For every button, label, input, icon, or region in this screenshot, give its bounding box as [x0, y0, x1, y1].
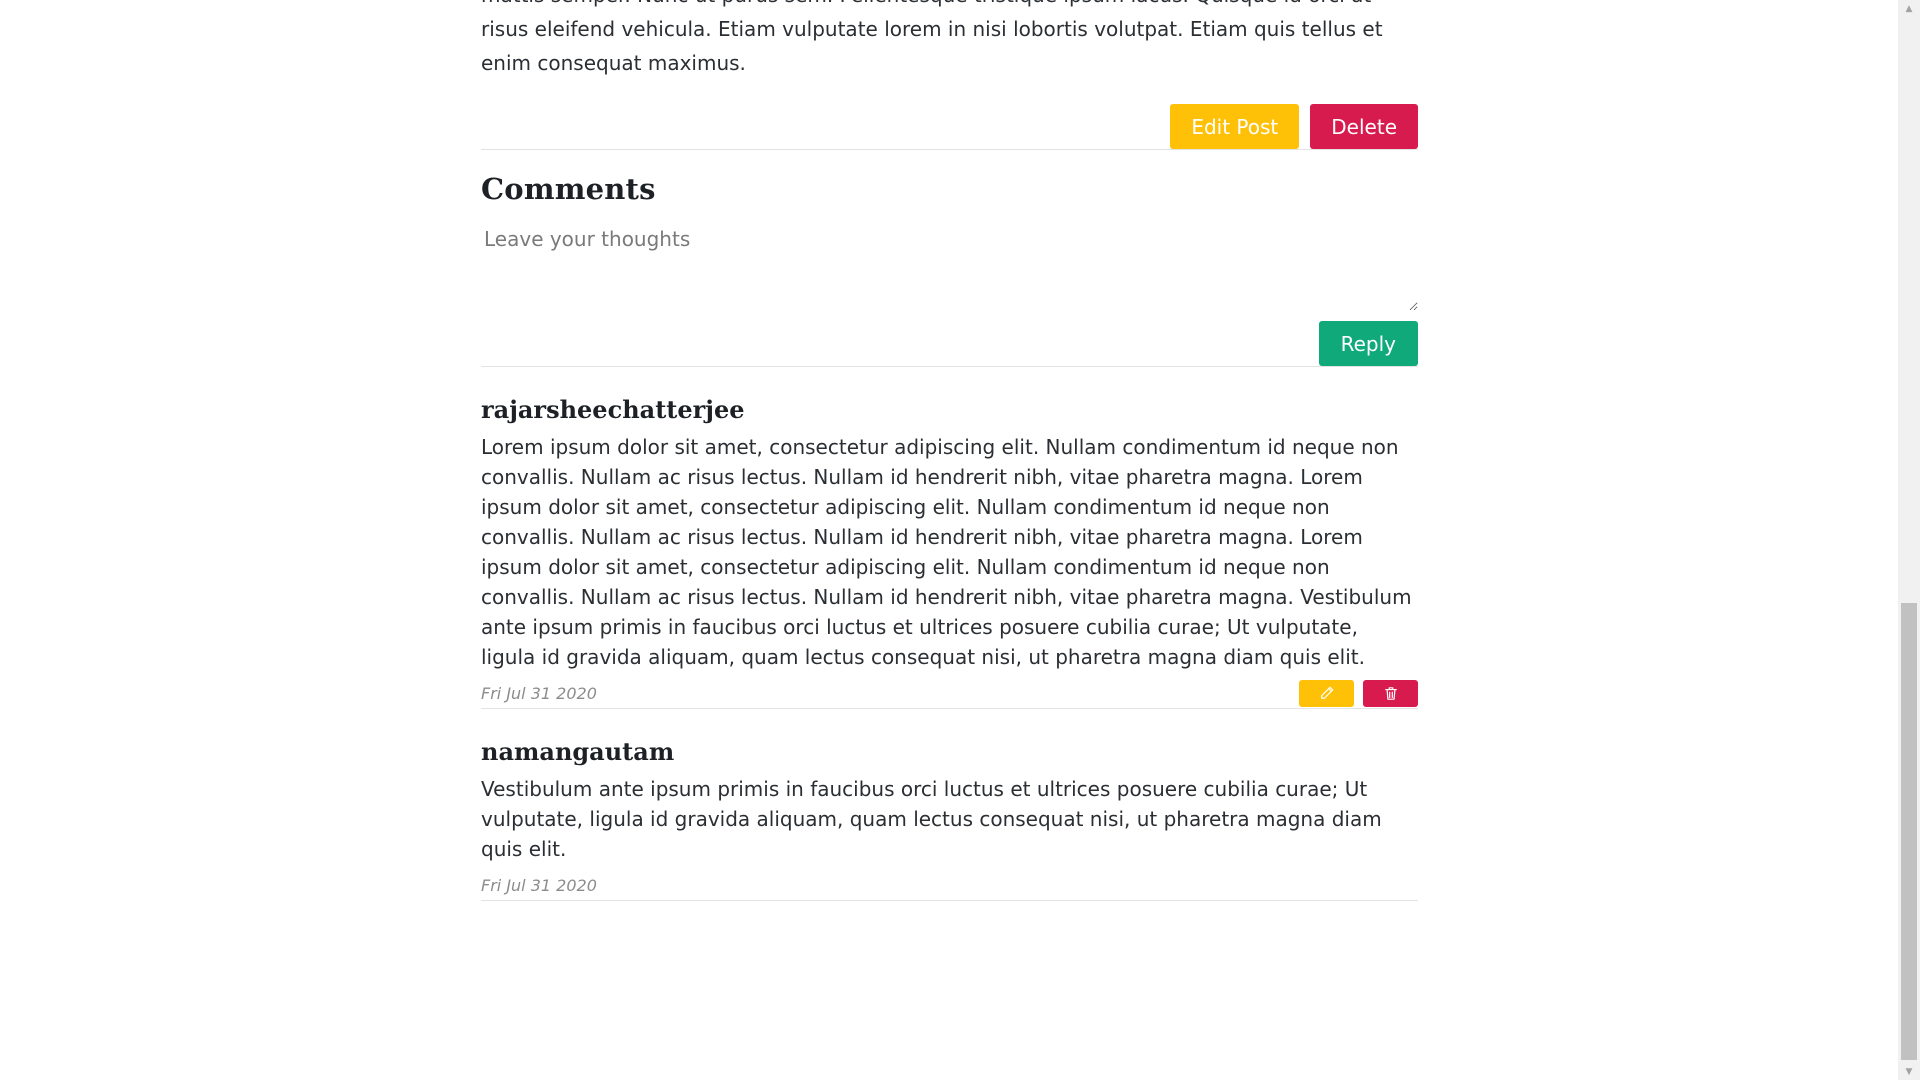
comment-date: Fri Jul 31 2020 — [481, 875, 597, 895]
comment-text: Vestibulum ante ipsum primis in faucibus… — [481, 777, 1382, 861]
post-content: mattis semper. Nunc ut purus sem. Pellen… — [481, 0, 1418, 901]
delete-comment-button[interactable] — [1363, 679, 1418, 707]
divider — [481, 149, 1418, 150]
comment-meta: Fri Jul 31 2020 — [481, 870, 1418, 900]
divider — [481, 900, 1418, 901]
reply-row: Reply — [481, 321, 1418, 366]
pencil-icon — [1320, 686, 1333, 699]
edit-comment-button[interactable] — [1299, 679, 1354, 707]
vertical-scrollbar[interactable]: ▲ ▼ — [1898, 0, 1920, 1080]
scroll-down-arrow-icon[interactable]: ▼ — [1898, 1063, 1920, 1080]
reply-button[interactable]: Reply — [1318, 321, 1418, 366]
comment-input[interactable] — [481, 218, 1418, 311]
scrollbar-thumb[interactable] — [1901, 603, 1917, 1060]
edit-post-button[interactable]: Edit Post — [1170, 104, 1300, 149]
post-body-text: mattis semper. Nunc ut purus sem. Pellen… — [481, 0, 1383, 75]
trash-icon — [1384, 686, 1397, 700]
comment-author: namangautam — [481, 737, 675, 766]
comment-author: rajarsheechatterjee — [481, 395, 745, 424]
comments-title: Comments — [481, 172, 656, 206]
comment-meta: Fri Jul 31 2020 — [481, 678, 1418, 708]
comment-actions — [1299, 679, 1418, 707]
comment-item: rajarsheechatterjee Lorem ipsum dolor si… — [481, 367, 1418, 708]
comment-text: Lorem ipsum dolor sit amet, consectetur … — [481, 435, 1412, 669]
page-viewport: mattis semper. Nunc ut purus sem. Pellen… — [0, 0, 1920, 1080]
comment-date: Fri Jul 31 2020 — [481, 683, 597, 703]
scroll-up-arrow-icon[interactable]: ▲ — [1898, 0, 1920, 17]
comment-item: namangautam Vestibulum ante ipsum primis… — [481, 709, 1418, 900]
delete-post-button[interactable]: Delete — [1310, 104, 1418, 149]
post-actions: Edit Post Delete — [481, 104, 1418, 149]
